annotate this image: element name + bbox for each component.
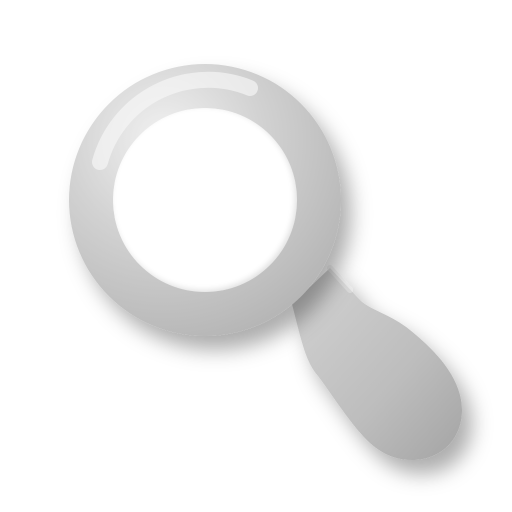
search-icon xyxy=(69,64,462,460)
magnifier-handle xyxy=(292,265,462,460)
magnifier-ring xyxy=(69,64,341,336)
icon-canvas xyxy=(0,0,512,512)
magnifier-graphic xyxy=(0,0,512,512)
